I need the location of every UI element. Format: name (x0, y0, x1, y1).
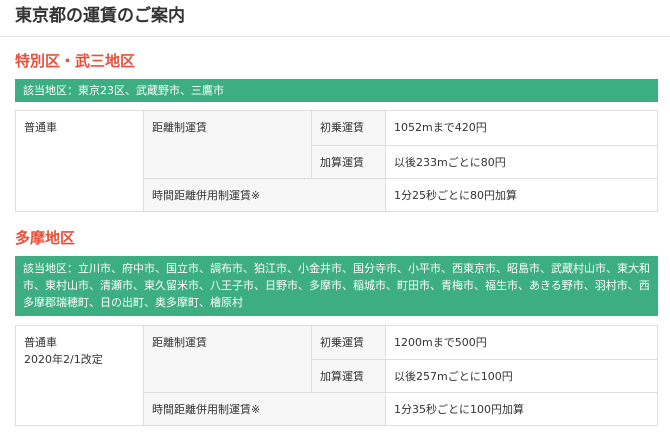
initial-fare-value: 1200mまで500円 (385, 325, 658, 360)
page-title: 東京都の運賃のご案内 (15, 6, 185, 26)
section-heading-special-wards: 特別区・武三地区 (15, 52, 136, 70)
initial-fare-label: 初乗運賃 (311, 325, 386, 360)
time-distance-fare-label: 時間距離併用制運賃※ (143, 392, 386, 426)
additional-fare-label: 加算運賃 (311, 359, 386, 393)
section-heading-tama: 多摩地区 (15, 229, 76, 247)
distance-fare-label: 距離制運賃 (143, 110, 312, 179)
fare-guide-page: 東京都の運賃のご案内 特別区・武三地区 該当地区：東京23区、武蔵野市、三鷹市 … (0, 0, 670, 444)
additional-fare-value: 以後257mごとに100円 (385, 359, 658, 393)
title-divider (0, 36, 670, 37)
vehicle-class-label: 普通車 (24, 336, 57, 349)
applicable-area-banner: 該当地区：東京23区、武蔵野市、三鷹市 (15, 79, 658, 102)
time-distance-fare-value: 1分35秒ごとに100円加算 (385, 392, 658, 426)
distance-fare-label: 距離制運賃 (143, 325, 312, 393)
revision-note: 2020年2/1改定 (24, 353, 103, 366)
time-distance-fare-value: 1分25秒ごとに80円加算 (385, 178, 658, 212)
initial-fare-value: 1052mまで420円 (385, 110, 658, 146)
applicable-area-banner: 該当地区：立川市、府中市、国立市、調布市、狛江市、小金井市、国分寺市、小平市、西… (15, 256, 658, 316)
additional-fare-label: 加算運賃 (311, 145, 386, 179)
additional-fare-value: 以後233mごとに80円 (385, 145, 658, 179)
table-row: 普通車 2020年2/1改定 距離制運賃 初乗運賃 1200mまで500円 (15, 325, 658, 426)
initial-fare-label: 初乗運賃 (311, 110, 386, 146)
vehicle-class-cell: 普通車 (15, 110, 144, 212)
fare-table-special-wards: 普通車 距離制運賃 初乗運賃 1052mまで420円 加算運賃 以後233mごと… (15, 110, 658, 212)
vehicle-class-label: 普通車 (24, 121, 57, 134)
table-row: 普通車 距離制運賃 初乗運賃 1052mまで420円 (15, 110, 658, 212)
vehicle-class-cell: 普通車 2020年2/1改定 (15, 325, 144, 426)
fare-table-tama: 普通車 2020年2/1改定 距離制運賃 初乗運賃 1200mまで500円 加算… (15, 325, 658, 426)
time-distance-fare-label: 時間距離併用制運賃※ (143, 178, 386, 212)
